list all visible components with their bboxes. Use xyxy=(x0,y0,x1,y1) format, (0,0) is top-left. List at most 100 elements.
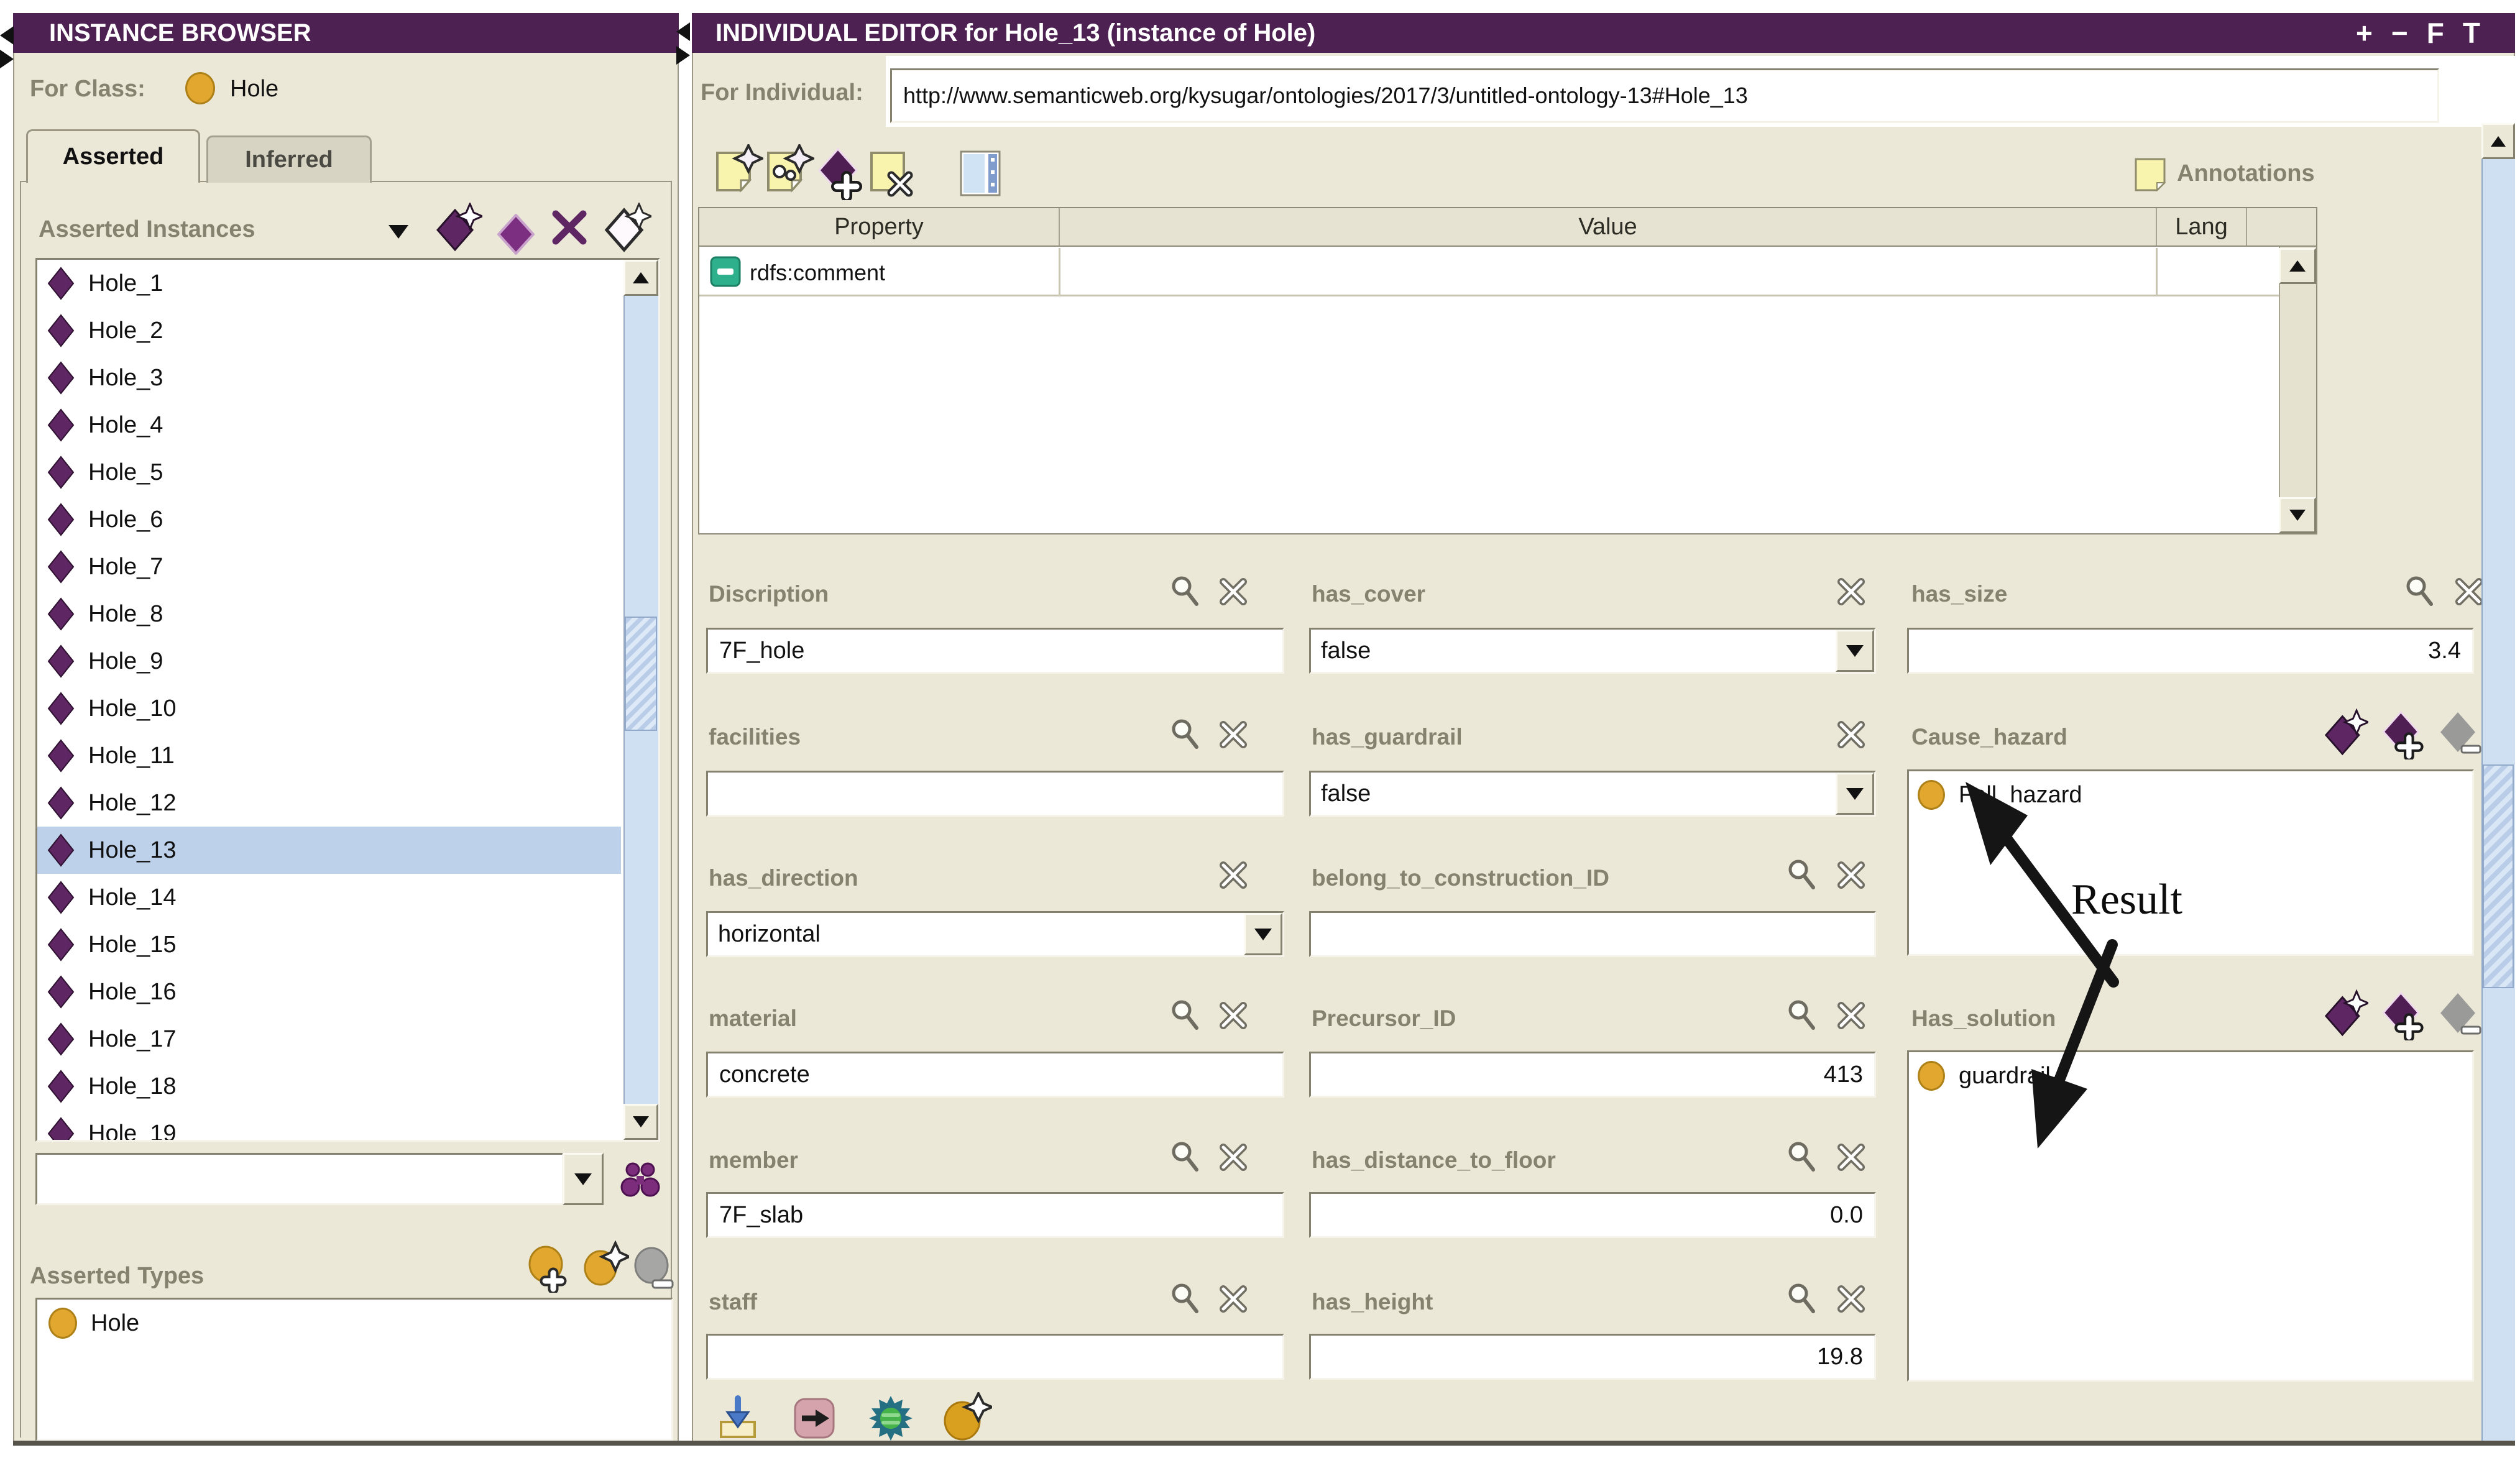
search-icon[interactable] xyxy=(1167,716,1203,752)
list-item[interactable]: Hole_17 xyxy=(37,1016,621,1063)
list-item[interactable]: Hole_6 xyxy=(37,496,621,543)
facilities-input[interactable] xyxy=(706,771,1284,817)
column-header-value[interactable]: Value xyxy=(1060,208,2157,245)
add-hazard-icon[interactable] xyxy=(2381,710,2427,759)
material-input[interactable] xyxy=(706,1052,1284,1098)
list-item[interactable]: Hole_18 xyxy=(37,1063,621,1110)
has-distance-to-floor-input[interactable] xyxy=(1309,1192,1876,1238)
column-header-lang[interactable]: Lang xyxy=(2157,208,2247,245)
table-scroll-up-button[interactable] xyxy=(2279,248,2316,284)
list-item[interactable]: Hole_19 xyxy=(37,1110,621,1142)
search-icon[interactable] xyxy=(1784,1280,1820,1316)
delete-field-icon[interactable] xyxy=(1216,1140,1251,1175)
list-item[interactable]: Hole_12 xyxy=(37,779,621,827)
scroll-down-button[interactable] xyxy=(623,1104,658,1140)
scroll-up-button[interactable] xyxy=(623,260,658,296)
create-class-icon[interactable] xyxy=(942,1392,992,1442)
delete-field-icon[interactable] xyxy=(1216,858,1251,892)
delete-field-icon[interactable] xyxy=(1834,574,1869,609)
instance-icon[interactable] xyxy=(497,214,535,255)
delete-field-icon[interactable] xyxy=(1834,858,1869,892)
dropdown-button[interactable] xyxy=(1244,913,1282,955)
annotations-icon[interactable] xyxy=(2133,155,2168,193)
form-view-icon[interactable] xyxy=(959,149,1003,198)
list-item[interactable]: Hole_10 xyxy=(37,685,621,732)
delete-field-icon[interactable] xyxy=(1216,574,1251,609)
plus-button[interactable]: + xyxy=(2356,16,2373,50)
search-icon[interactable] xyxy=(1784,997,1820,1033)
table-row[interactable] xyxy=(699,248,2279,296)
instance-search-input[interactable] xyxy=(35,1153,564,1205)
has-cover-select[interactable]: false xyxy=(1309,628,1876,674)
table-cell-property[interactable]: rdfs:comment xyxy=(750,260,885,286)
search-binoculars-icon[interactable] xyxy=(619,1157,661,1202)
type-item[interactable]: Hole xyxy=(37,1300,634,1347)
import-icon[interactable] xyxy=(716,1395,760,1441)
delete-value-icon[interactable] xyxy=(867,144,917,198)
dropdown-button[interactable] xyxy=(1836,630,1874,672)
has-height-input[interactable] xyxy=(1309,1334,1876,1380)
add-solution-icon[interactable] xyxy=(2381,991,2427,1040)
create-hazard-icon[interactable] xyxy=(2324,709,2368,757)
list-item[interactable]: Hole_15 xyxy=(37,921,621,968)
list-item[interactable]: Hole_2 xyxy=(37,307,621,354)
table-scroll-down-button[interactable] xyxy=(2279,497,2316,533)
create-individual-icon[interactable] xyxy=(712,144,763,198)
list-item[interactable]: Hole_8 xyxy=(37,590,621,638)
search-icon[interactable] xyxy=(1784,1139,1820,1175)
delete-field-icon[interactable] xyxy=(1834,717,1869,752)
add-type-sparkle-icon[interactable] xyxy=(582,1241,629,1291)
add-type-icon[interactable] xyxy=(526,1243,571,1293)
list-item[interactable]: Hole_9 xyxy=(37,638,621,685)
individual-uri-input[interactable] xyxy=(890,68,2439,123)
f-button[interactable]: F xyxy=(2427,16,2444,50)
create-instance-icon[interactable] xyxy=(435,203,482,252)
delete-field-icon[interactable] xyxy=(1216,717,1251,752)
instances-menu-icon[interactable] xyxy=(389,225,408,239)
discription-input[interactable] xyxy=(706,628,1284,674)
tab-asserted[interactable]: Asserted xyxy=(26,129,200,183)
forward-icon[interactable] xyxy=(793,1397,835,1439)
remove-hazard-icon[interactable] xyxy=(2438,711,2483,758)
minus-button[interactable]: − xyxy=(2391,16,2408,50)
copy-individual-icon[interactable] xyxy=(763,144,814,198)
has-guardrail-select[interactable]: false xyxy=(1309,771,1876,817)
splitter-expand-icon[interactable] xyxy=(676,46,690,65)
panel-scroll-up-button[interactable] xyxy=(2481,123,2515,159)
remove-type-icon[interactable] xyxy=(632,1246,676,1293)
add-value-icon[interactable] xyxy=(817,147,865,200)
splitter-collapse-icon[interactable] xyxy=(676,22,690,41)
instance-search-dropdown-button[interactable] xyxy=(563,1153,604,1205)
search-icon[interactable] xyxy=(1167,573,1203,609)
asserted-types-list[interactable]: Hole xyxy=(35,1298,673,1441)
create-solution-icon[interactable] xyxy=(2324,989,2368,1038)
search-icon[interactable] xyxy=(2402,573,2438,609)
list-item[interactable]: Hole_11 xyxy=(37,732,621,779)
list-item[interactable]: Hole_1 xyxy=(37,260,621,307)
list-item[interactable]: Hole_5 xyxy=(37,449,621,496)
copy-instance-icon[interactable] xyxy=(604,203,651,252)
precursor-id-input[interactable] xyxy=(1309,1052,1876,1098)
belong-to-construction-id-input[interactable] xyxy=(1309,911,1876,957)
scrollbar-thumb[interactable] xyxy=(625,617,657,731)
tab-inferred[interactable]: Inferred xyxy=(206,135,372,183)
has-direction-select[interactable]: horizontal xyxy=(706,911,1284,957)
list-item[interactable]: Hole_4 xyxy=(37,401,621,449)
collapse-left-icon[interactable] xyxy=(0,26,14,45)
search-icon[interactable] xyxy=(1167,1139,1203,1175)
bug-icon[interactable] xyxy=(869,1396,913,1441)
delete-field-icon[interactable] xyxy=(1834,1282,1869,1316)
t-button[interactable]: T xyxy=(2463,16,2480,50)
delete-field-icon[interactable] xyxy=(1216,998,1251,1033)
search-icon[interactable] xyxy=(1167,997,1203,1033)
delete-field-icon[interactable] xyxy=(1216,1282,1251,1316)
list-item[interactable]: Hole_16 xyxy=(37,968,621,1016)
column-header-property[interactable]: Property xyxy=(699,208,1060,245)
panel-scrollbar-thumb[interactable] xyxy=(2483,764,2514,988)
dropdown-button[interactable] xyxy=(1836,773,1874,815)
remove-solution-icon[interactable] xyxy=(2438,992,2483,1039)
delete-field-icon[interactable] xyxy=(1834,1140,1869,1175)
instance-list[interactable]: Hole_1 Hole_2 Hole_3 Hole_4 Hole_5 Hole_… xyxy=(35,258,660,1142)
list-item-selected[interactable]: Hole_13 xyxy=(37,827,621,874)
staff-input[interactable] xyxy=(706,1334,1284,1380)
